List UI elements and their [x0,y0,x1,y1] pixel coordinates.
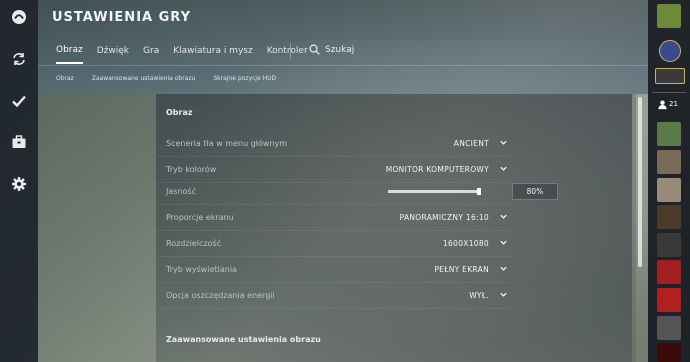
avatar[interactable] [657,4,681,28]
setting-row-display-mode[interactable]: Tryb wyświetlania PEŁNY EKRAN [156,256,511,283]
setting-row-aspect[interactable]: Proporcje ekranu PANORAMICZNY 16:10 [156,204,511,231]
friend-avatar[interactable] [657,233,681,257]
search-icon [309,44,320,55]
subtab-advanced[interactable]: Zaawansowane ustawienia obrazu [92,75,196,82]
setting-label: Tryb kolorów [166,165,217,174]
tab-gra[interactable]: Gra [143,46,159,63]
chevron-down-icon [500,166,507,171]
setting-row-power-saving[interactable]: Opcja oszczędzania energii WYŁ. [156,282,511,309]
premier-badge-icon[interactable] [655,68,685,84]
briefcase-icon [12,135,26,148]
brightness-slider[interactable] [388,188,481,195]
setting-label: Sceneria tła w menu głównym [166,139,288,148]
checkmark-icon [12,95,26,108]
tab-kontroler[interactable]: Kontroler [267,46,308,63]
settings-header: USTAWIENIA GRY Obraz Dźwięk Gra Klawiatu… [38,0,648,94]
tab-obraz[interactable]: Obraz [56,45,83,64]
play-icon [12,10,26,24]
search-button[interactable]: Szukaj [309,44,354,55]
friend-avatar[interactable] [657,178,681,202]
refresh-icon [13,53,25,65]
gear-icon [12,177,26,191]
chevron-down-icon [500,266,507,271]
settings-button[interactable] [0,167,38,201]
friend-avatar[interactable] [657,343,681,362]
section-title-advanced: Zaawansowane ustawienia obrazu [166,335,321,344]
missions-button[interactable] [0,84,38,118]
setting-value: PEŁNY EKRAN [434,265,489,274]
scrollbar[interactable] [638,97,642,267]
setting-row-resolution[interactable]: Rozdzielczość 1600X1080 [156,230,511,257]
setting-row-brightness: Jasność 80% [156,178,558,205]
tab-dzwiek[interactable]: Dźwięk [97,46,129,63]
slider-thumb[interactable] [477,188,481,195]
header-divider [38,65,648,66]
friends-button[interactable]: 21 [657,97,683,111]
chevron-down-icon [500,292,507,297]
tab-divider [290,43,291,59]
chevron-down-icon [500,140,507,145]
setting-label: Proporcje ekranu [166,213,234,222]
setting-label: Opcja oszczędzania energii [166,291,275,300]
friend-avatar[interactable] [657,150,681,174]
friend-avatar[interactable] [657,205,681,229]
setting-value: ANCIENT [453,139,489,148]
subtab-hud[interactable]: Skrajne pozycje HUD [213,75,276,82]
friend-avatar[interactable] [657,122,681,146]
friend-avatar[interactable] [657,288,681,312]
chevron-down-icon [500,240,507,245]
rail-divider [652,92,686,93]
setting-value: WYŁ. [469,291,489,300]
subtabs: Obraz Zaawansowane ustawienia obrazu Skr… [56,75,294,82]
inventory-refresh-button[interactable] [0,42,38,76]
play-button[interactable] [0,0,38,34]
brightness-value-input[interactable]: 80% [512,183,558,200]
chevron-down-icon [500,214,507,219]
friend-avatar[interactable] [657,260,681,284]
tab-klawiatura[interactable]: Klawiatura i mysz [173,46,252,63]
page-title: USTAWIENIA GRY [52,10,191,25]
friend-avatar[interactable] [657,316,681,340]
setting-value: 1600X1080 [442,239,489,248]
setting-label: Rozdzielczość [166,239,221,248]
friends-count: 21 [669,100,678,108]
section-title-obraz: Obraz [166,108,193,117]
setting-value: PANORAMICZNY 16:10 [399,213,489,222]
settings-content: Obraz Sceneria tła w menu głównym ANCIEN… [38,94,642,362]
left-navigation-rail [0,0,38,362]
setting-label: Tryb wyświetlania [166,265,237,274]
settings-tabs: Obraz Dźwięk Gra Klawiatura i mysz Kontr… [56,45,322,64]
friends-icon [658,99,667,109]
setting-value: MONITOR KOMPUTEROWY [385,165,489,174]
subtab-obraz[interactable]: Obraz [56,75,74,82]
search-label: Szukaj [325,44,355,55]
setting-label: Jasność [166,187,196,196]
loadout-button[interactable] [0,125,38,159]
rank-badge-icon[interactable] [659,40,681,62]
right-social-rail: 21 [648,0,690,362]
setting-row-background[interactable]: Sceneria tła w menu głównym ANCIENT [156,130,511,157]
